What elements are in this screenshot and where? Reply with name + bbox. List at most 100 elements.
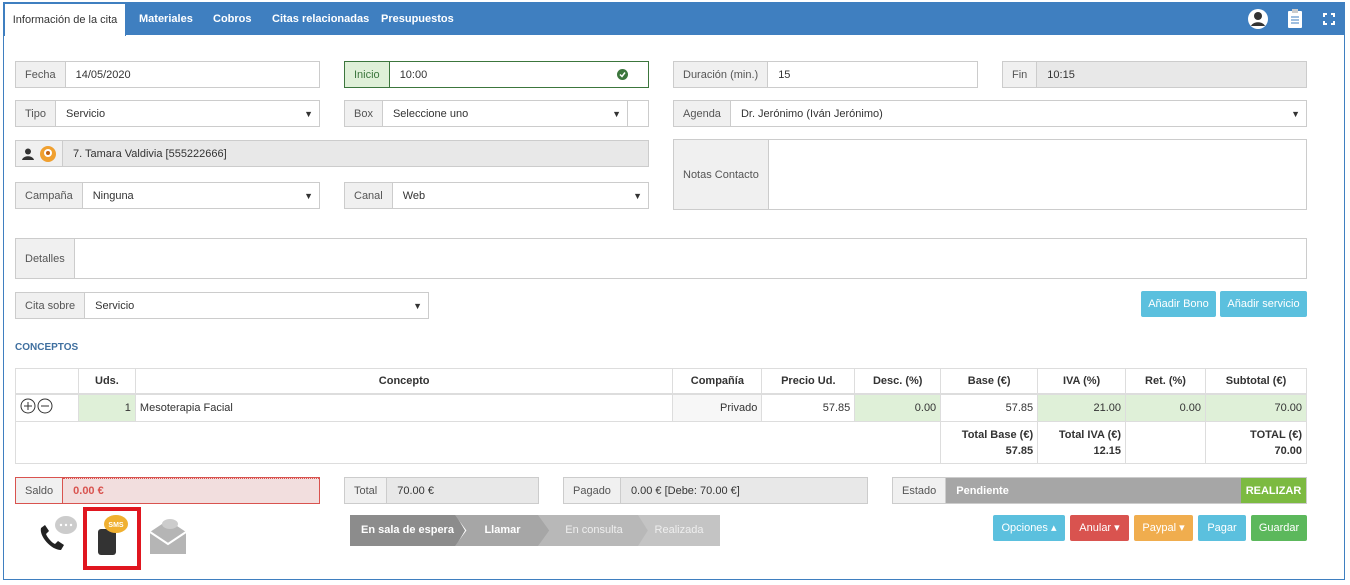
inicio-label: Inicio bbox=[345, 62, 390, 87]
fullscreen-icon[interactable] bbox=[1318, 8, 1340, 30]
anular-button[interactable]: Anular ▾ bbox=[1070, 515, 1129, 541]
user-avatar-icon[interactable] bbox=[1247, 8, 1269, 30]
caret-down-icon: ▼ bbox=[612, 108, 621, 119]
tab-bar: Información de la cita Materiales Cobros… bbox=[4, 3, 1344, 36]
anadir-servicio-button[interactable]: Añadir servicio bbox=[1220, 291, 1307, 317]
box-label: Box bbox=[345, 101, 383, 126]
tab-informacion[interactable]: Información de la cita bbox=[4, 3, 126, 36]
col-header: IVA (%) bbox=[1037, 368, 1127, 394]
profile-badge-icon[interactable] bbox=[40, 145, 56, 162]
contacto-icons bbox=[16, 141, 63, 166]
fin-value: 10:15 bbox=[1037, 62, 1306, 87]
iva-cell[interactable]: 21.00 bbox=[1037, 393, 1127, 422]
sms-icon[interactable]: SMS bbox=[83, 507, 141, 570]
contacto-field[interactable]: 7. Tamara Valdivia [555222666] bbox=[15, 140, 649, 167]
caret-down-icon: ▼ bbox=[633, 190, 642, 201]
paypal-label: Paypal bbox=[1142, 522, 1177, 534]
notas-contacto-field[interactable]: Notas Contacto bbox=[673, 139, 1307, 210]
total-iva-label: Total IVA (€) bbox=[1058, 428, 1122, 441]
caret-up-icon: ▴ bbox=[1051, 522, 1057, 534]
duracion-value[interactable]: 15 bbox=[768, 62, 977, 87]
step-realizada[interactable]: Realizada bbox=[638, 515, 720, 546]
email-icon[interactable] bbox=[146, 514, 190, 558]
col-header bbox=[15, 368, 79, 394]
tipo-value[interactable]: Servicio ▼ bbox=[56, 101, 319, 126]
opciones-label: Opciones bbox=[1001, 522, 1048, 534]
anular-label: Anular bbox=[1079, 522, 1112, 534]
detalles-field[interactable]: Detalles bbox=[15, 238, 1307, 279]
agenda-select[interactable]: Agenda Dr. Jerónimo (Iván Jerónimo) ▼ bbox=[673, 100, 1307, 127]
table-row[interactable]: 1 Mesoterapia Facial Privado 57.85 0.00 … bbox=[15, 393, 1308, 422]
detalles-label: Detalles bbox=[16, 239, 75, 278]
cita-sobre-value[interactable]: Servicio ▼ bbox=[85, 293, 428, 318]
caret-down-icon: ▼ bbox=[304, 108, 313, 119]
inicio-value[interactable]: 10:00 bbox=[390, 62, 648, 87]
canal-value[interactable]: Web ▼ bbox=[393, 183, 648, 208]
detalles-textarea[interactable] bbox=[75, 239, 1306, 278]
col-header: Compañía bbox=[672, 368, 763, 394]
box-value[interactable]: Seleccione uno ▼ bbox=[383, 101, 628, 126]
total-footer-value: 70.00 € bbox=[387, 478, 538, 503]
estado-label: Estado bbox=[893, 478, 947, 503]
phone-call-icon[interactable] bbox=[37, 514, 81, 558]
guardar-button[interactable]: Guardar bbox=[1251, 515, 1307, 541]
step-llamar[interactable]: Llamar bbox=[455, 515, 550, 546]
caret-down-icon: ▾ bbox=[1179, 522, 1185, 534]
uds-cell[interactable]: 1 bbox=[77, 393, 136, 422]
step-en-sala-de-espera[interactable]: En sala de espera bbox=[350, 515, 465, 546]
opciones-button[interactable]: Opciones ▴ bbox=[993, 515, 1065, 541]
fecha-value[interactable]: 14/05/2020 bbox=[66, 62, 319, 87]
paypal-button[interactable]: Paypal ▾ bbox=[1134, 515, 1193, 541]
canal-label: Canal bbox=[345, 183, 393, 208]
precio-cell[interactable]: 57.85 bbox=[761, 393, 856, 422]
remove-row-icon[interactable] bbox=[37, 398, 53, 414]
fin-field: Fin 10:15 bbox=[1002, 61, 1307, 88]
contacto-value[interactable]: 7. Tamara Valdivia [555222666] bbox=[63, 141, 648, 166]
anadir-bono-button[interactable]: Añadir Bono bbox=[1141, 291, 1216, 317]
agenda-text: Dr. Jerónimo (Iván Jerónimo) bbox=[740, 107, 883, 120]
col-header: Desc. (%) bbox=[854, 368, 942, 394]
pagar-button[interactable]: Pagar bbox=[1198, 515, 1246, 541]
totals-spacer bbox=[14, 421, 942, 464]
total-iva-cell: Total IVA (€) 12.15 bbox=[1037, 421, 1127, 464]
cita-sobre-select[interactable]: Cita sobre Servicio ▼ bbox=[15, 292, 429, 319]
total-ret-cell bbox=[1125, 421, 1206, 464]
fecha-label: Fecha bbox=[16, 62, 66, 87]
realizar-button[interactable]: REALIZAR bbox=[1241, 478, 1306, 503]
tab-materiales[interactable]: Materiales bbox=[139, 3, 193, 35]
inicio-field[interactable]: Inicio 10:00 bbox=[344, 61, 649, 88]
tab-citas-relacionadas[interactable]: Citas relacionadas bbox=[272, 3, 369, 35]
clipboard-icon[interactable] bbox=[1284, 8, 1306, 30]
concepto-cell[interactable]: Mesoterapia Facial bbox=[134, 393, 674, 422]
tab-cobros[interactable]: Cobros bbox=[213, 3, 252, 35]
campana-select[interactable]: Campaña Ninguna ▼ bbox=[15, 182, 320, 209]
box-select[interactable]: Box Seleccione uno ▼ bbox=[344, 100, 649, 127]
pagado-label: Pagado bbox=[564, 478, 621, 503]
cita-sobre-text: Servicio bbox=[95, 299, 135, 312]
canal-select[interactable]: Canal Web ▼ bbox=[344, 182, 649, 209]
ret-cell[interactable]: 0.00 bbox=[1125, 393, 1206, 422]
saldo-label: Saldo bbox=[16, 478, 64, 503]
notas-contacto-textarea[interactable] bbox=[769, 140, 1306, 209]
col-header: Uds. bbox=[77, 368, 136, 394]
notas-contacto-label: Notas Contacto bbox=[674, 140, 769, 209]
add-row-icon[interactable] bbox=[20, 398, 36, 414]
tab-presupuestos[interactable]: Presupuestos bbox=[381, 3, 454, 35]
base-cell: 57.85 bbox=[940, 393, 1039, 422]
table-header: Uds. Concepto Compañía Precio Ud. Desc. … bbox=[15, 368, 1308, 394]
saldo-value: 0.00 € bbox=[63, 478, 319, 503]
agenda-value[interactable]: Dr. Jerónimo (Iván Jerónimo) ▼ bbox=[731, 101, 1306, 126]
duracion-label: Duración (min.) bbox=[674, 62, 769, 87]
duracion-field[interactable]: Duración (min.) 15 bbox=[673, 61, 978, 88]
total-cell: TOTAL (€) 70.00 bbox=[1204, 421, 1308, 464]
desc-cell[interactable]: 0.00 bbox=[854, 393, 942, 422]
caret-down-icon: ▼ bbox=[413, 300, 422, 311]
campana-value[interactable]: Ninguna ▼ bbox=[83, 183, 319, 208]
step-en-consulta[interactable]: En consulta bbox=[538, 515, 650, 546]
saldo-field: Saldo 0.00 € bbox=[15, 477, 320, 504]
fecha-field[interactable]: Fecha 14/05/2020 bbox=[15, 61, 320, 88]
tipo-select[interactable]: Tipo Servicio ▼ bbox=[15, 100, 320, 127]
tipo-label: Tipo bbox=[16, 101, 56, 126]
total-base-value: 57.85 bbox=[1005, 444, 1034, 457]
subtotal-cell: 70.00 bbox=[1204, 393, 1308, 422]
